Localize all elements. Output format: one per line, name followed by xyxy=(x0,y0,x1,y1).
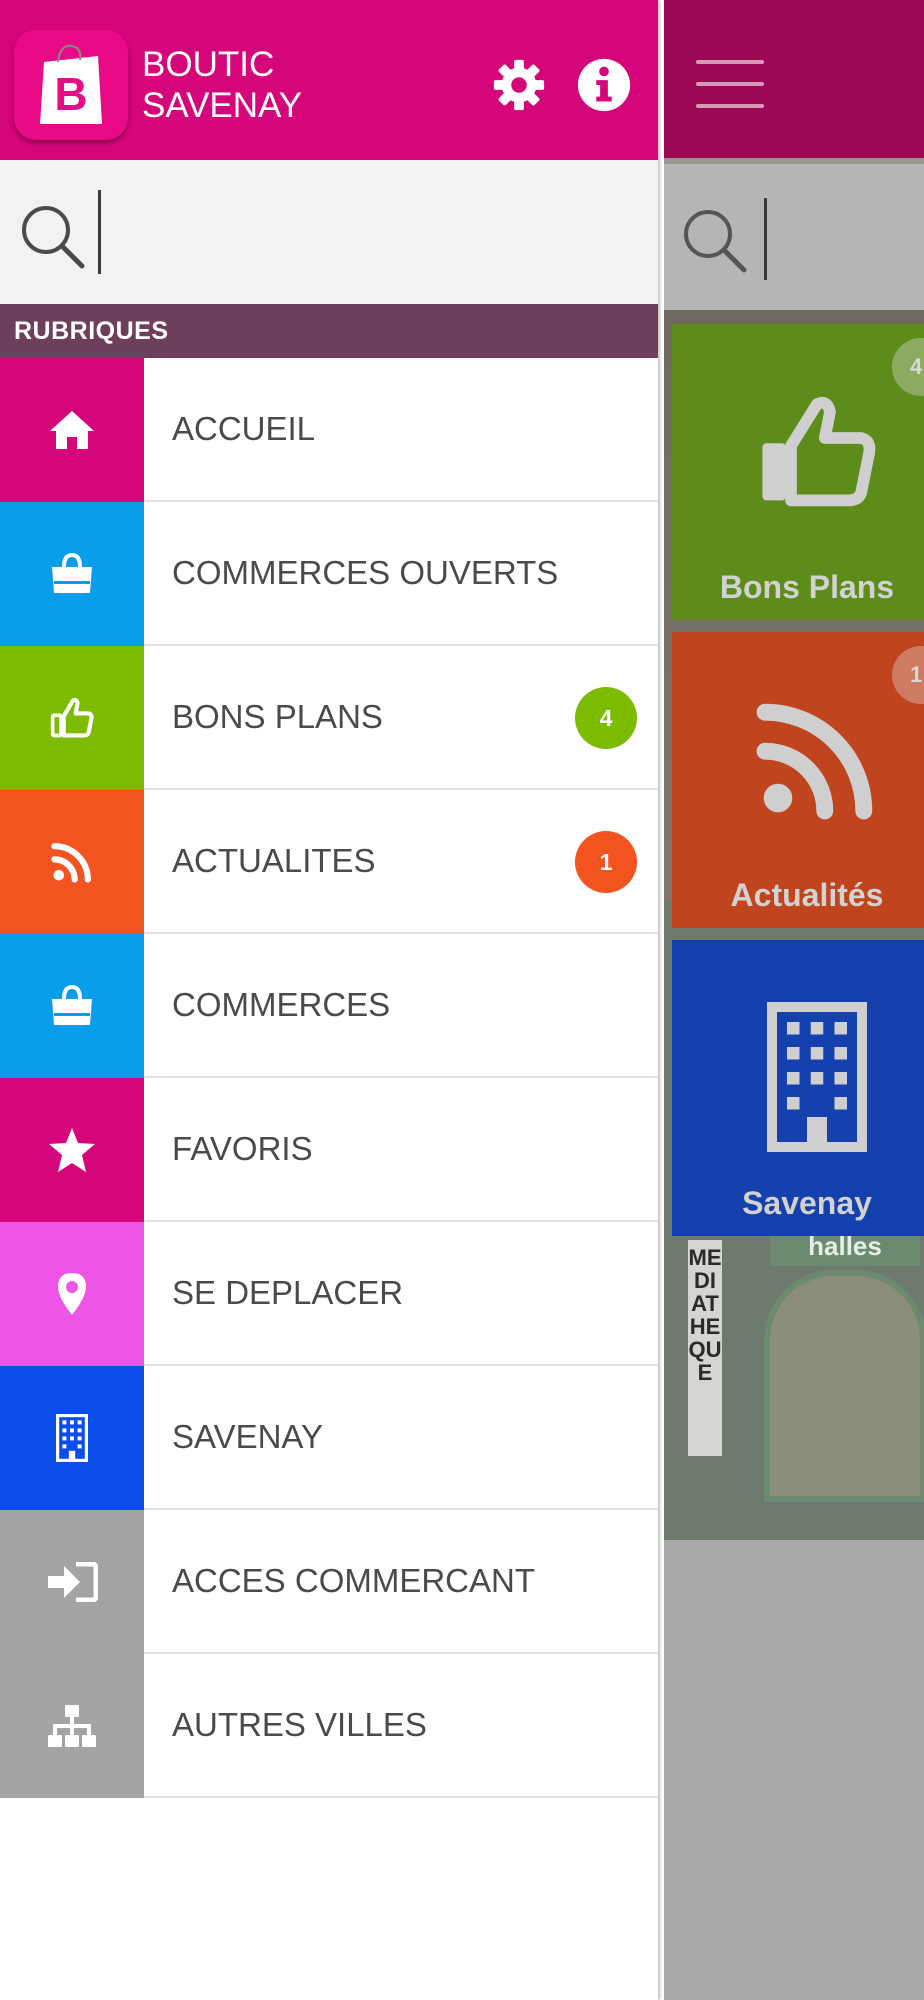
menu-item-label: SE DEPLACER xyxy=(172,1274,404,1311)
menu-item-commerces[interactable]: COMMERCES xyxy=(0,934,658,1078)
rubriques-menu: ACCUEIL COMMERCES OUVERTS BONS PLANS 4 A… xyxy=(0,358,658,1798)
menu-item-label: AUTRES VILLES xyxy=(172,1706,427,1743)
main-header xyxy=(664,0,924,158)
tile-savenay[interactable]: Savenay xyxy=(672,940,924,1236)
logo-letter: B xyxy=(54,68,87,120)
tile-actualites[interactable]: 1 Actualités xyxy=(672,632,924,928)
menu-item-se-deplacer[interactable]: SE DEPLACER xyxy=(0,1222,658,1366)
navigation-drawer: B BOUTIC SAVENAY RUBRIQUES ACCUEIL COMME… xyxy=(0,0,658,2000)
tile-label: Savenay xyxy=(742,1185,872,1221)
app-title-line2: SAVENAY xyxy=(142,86,303,125)
gear-icon[interactable] xyxy=(490,56,548,114)
menu-item-label: COMMERCES xyxy=(172,986,391,1023)
search-bar[interactable] xyxy=(0,160,658,304)
drawer-header: B BOUTIC SAVENAY xyxy=(0,0,658,160)
map-pin-icon xyxy=(0,1222,144,1366)
menu-item-label: FAVORIS xyxy=(172,1130,313,1167)
rss-icon xyxy=(756,703,873,820)
menu-item-favoris[interactable]: FAVORIS xyxy=(0,1078,658,1222)
menu-item-savenay[interactable]: SAVENAY xyxy=(0,1366,658,1510)
thumbs-up-icon xyxy=(0,646,144,790)
count-badge: 1 xyxy=(575,831,637,893)
menu-item-commerces-ouverts[interactable]: COMMERCES OUVERTS xyxy=(0,502,658,646)
menu-item-label: SAVENAY xyxy=(172,1418,323,1455)
home-icon xyxy=(0,358,144,502)
app-title-line1: BOUTIC xyxy=(142,45,275,84)
shopping-bag-icon xyxy=(0,502,144,646)
rss-icon xyxy=(0,790,144,934)
hamburger-icon[interactable] xyxy=(696,60,764,112)
menu-item-actualites[interactable]: ACTUALITES 1 xyxy=(0,790,658,934)
pavement xyxy=(664,1540,924,2000)
search-icon xyxy=(684,210,747,273)
building-icon xyxy=(767,1002,867,1152)
text-caret xyxy=(764,198,767,280)
app-title: BOUTIC SAVENAY xyxy=(142,44,362,126)
menu-item-label: COMMERCES OUVERTS xyxy=(172,554,559,591)
store-window xyxy=(764,1270,924,1502)
shopping-bag-logo-icon: B xyxy=(40,44,102,124)
tile-bons-plans[interactable]: 4 Bons Plans xyxy=(672,324,924,620)
menu-item-label: ACCES COMMERCANT xyxy=(172,1562,536,1599)
menu-item-autres-villes[interactable]: AUTRES VILLES xyxy=(0,1654,658,1798)
thumbs-up-icon xyxy=(762,396,876,507)
menu-item-acces-commercant[interactable]: ACCES COMMERCANT xyxy=(0,1510,658,1654)
info-icon[interactable] xyxy=(575,56,633,114)
main-search-bar xyxy=(664,164,924,310)
menu-item-bons-plans[interactable]: BONS PLANS 4 xyxy=(0,646,658,790)
menu-item-accueil[interactable]: ACCUEIL xyxy=(0,358,658,502)
text-caret xyxy=(98,190,101,274)
app-logo: B xyxy=(14,30,128,140)
tile-label: Actualités xyxy=(730,877,884,913)
menu-item-label: ACCUEIL xyxy=(172,410,316,447)
menu-item-label: ACTUALITES xyxy=(172,842,376,879)
building-icon xyxy=(0,1366,144,1510)
main-screen-background[interactable]: halles MEDIATHEQUE 4 Bons Plans 1 Actual… xyxy=(664,0,924,2000)
menu-item-label: BONS PLANS xyxy=(172,698,383,735)
section-title: RUBRIQUES xyxy=(0,304,658,358)
sitemap-icon xyxy=(0,1654,144,1798)
star-icon xyxy=(0,1078,144,1222)
sign-in-icon xyxy=(0,1510,144,1654)
tile-badge: 1 xyxy=(892,646,924,704)
search-input[interactable] xyxy=(112,190,636,276)
search-icon xyxy=(22,206,85,269)
tile-label: Bons Plans xyxy=(719,569,895,605)
count-badge: 4 xyxy=(575,687,637,749)
tile-badge: 4 xyxy=(892,338,924,396)
mediatheque-sign: MEDIATHEQUE xyxy=(688,1240,722,1456)
shopping-bag-icon xyxy=(0,934,144,1078)
